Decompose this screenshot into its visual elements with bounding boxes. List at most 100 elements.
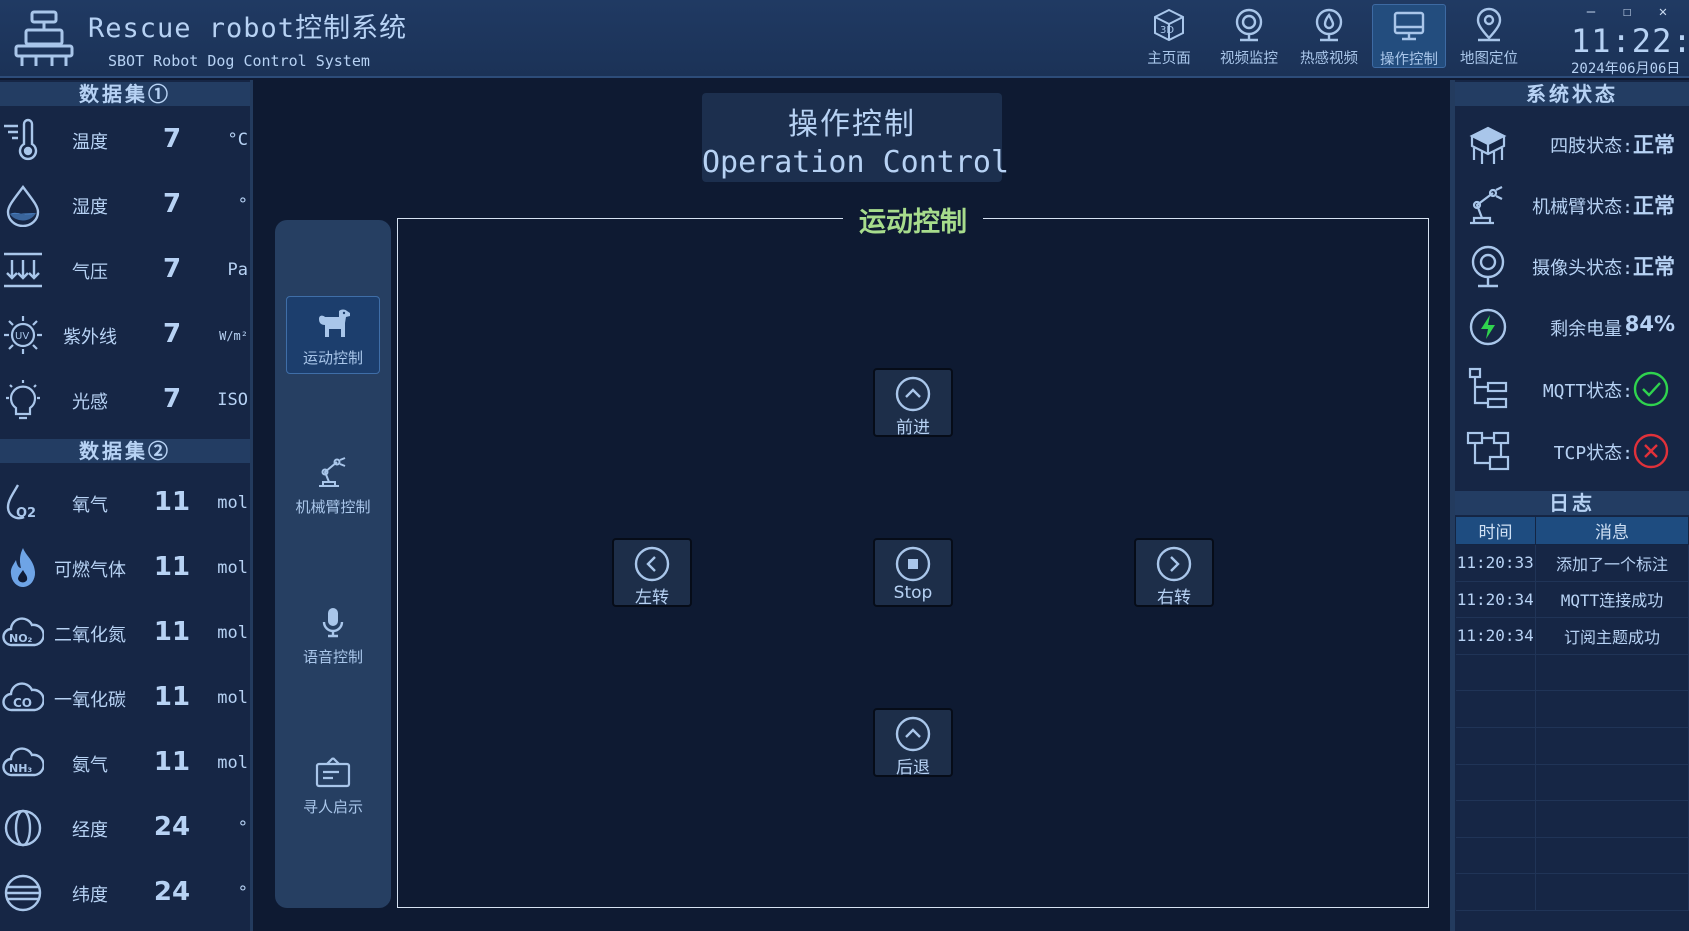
sensor-row-longitude: 经度 24 ° — [0, 800, 250, 858]
flame-icon — [2, 546, 44, 590]
camera-icon — [1230, 6, 1268, 44]
humidity-drop-icon — [2, 183, 44, 227]
menu-voice-control[interactable]: 语音控制 — [286, 596, 380, 676]
longitude-icon — [2, 806, 44, 850]
table-row[interactable]: 11:20:34 订阅主题成功 — [1455, 617, 1689, 655]
pressure-value: 7 — [162, 254, 182, 284]
title-bar: Rescue robot控制系统 SBOT Robot Dog Control … — [0, 0, 1689, 78]
log-body: 11:20:33 添加了一个标注 11:20:34 MQTT连接成功 11:20… — [1455, 544, 1689, 911]
camera-status-value: 正常 — [1633, 255, 1675, 279]
svg-text:NO₂: NO₂ — [9, 632, 33, 645]
mqtt-ok-check-icon — [1633, 371, 1669, 407]
table-row-empty — [1455, 873, 1689, 911]
log-title: 日志 — [1455, 491, 1689, 515]
network-tree-icon — [1464, 365, 1512, 413]
thermal-camera-icon — [1310, 6, 1348, 44]
battery-value: 84% — [1624, 312, 1675, 336]
thermometer-icon — [2, 118, 44, 162]
chevron-up-icon — [894, 375, 932, 413]
uv-icon: UV — [2, 313, 44, 357]
maximize-button[interactable]: ☐ — [1616, 2, 1638, 22]
notice-board-icon — [313, 752, 353, 792]
turn-right-button[interactable]: 右转 — [1134, 538, 1214, 608]
oxygen-value: 11 — [153, 487, 191, 517]
control-mode-menu: 运动控制 机械臂控制 语音控制 寻人启示 — [275, 220, 391, 908]
light-bulb-icon — [2, 378, 44, 422]
minimize-button[interactable]: – — [1580, 2, 1602, 22]
turn-left-button[interactable]: 左转 — [612, 538, 692, 608]
forward-button[interactable]: 前进 — [873, 368, 953, 438]
sensor-row-latitude: 纬度 24 ° — [0, 865, 250, 923]
nav-thermal-video[interactable]: 热感视频 — [1292, 4, 1366, 68]
sensor-row-no2: NO₂ 二氧化氮 11 mol — [0, 605, 250, 663]
svg-text:CO: CO — [13, 696, 32, 710]
clock-date: 2024年06月06日 — [1571, 61, 1681, 77]
page-title: 操作控制 — [788, 107, 916, 142]
backward-button[interactable]: 后退 — [873, 708, 953, 778]
tcp-error-x-icon — [1633, 433, 1669, 469]
combustible-gas-value: 11 — [153, 552, 191, 582]
sensor-row-oxygen: O2 氧气 11 mol — [0, 475, 250, 533]
dataset1-title: 数据集① — [0, 82, 250, 106]
svg-text:3D: 3D — [1160, 25, 1174, 36]
dog-icon — [313, 303, 353, 343]
sensor-row-humidity: 湿度 7 ° — [0, 177, 250, 235]
stop-icon — [894, 545, 932, 583]
table-row-empty — [1455, 800, 1689, 838]
nav-video-monitor[interactable]: 视频监控 — [1212, 4, 1286, 68]
status-mqtt: MQTT状态: — [1455, 361, 1689, 417]
log-header-row: 时间 消息 — [1455, 516, 1689, 545]
operation-title-box: 操作控制 Operation Control — [702, 93, 1010, 182]
menu-missing-person-notice[interactable]: 寻人启示 — [286, 746, 380, 826]
close-button[interactable]: ✕ — [1652, 2, 1674, 22]
table-row-empty — [1455, 837, 1689, 875]
co-value: 11 — [153, 682, 191, 712]
chevron-left-icon — [633, 545, 671, 583]
status-battery: 剩余电量: 84% — [1455, 299, 1689, 355]
uv-value: 7 — [162, 319, 182, 349]
nh3-value: 11 — [153, 747, 191, 777]
menu-motion-control[interactable]: 运动控制 — [286, 296, 380, 374]
table-row[interactable]: 11:20:33 添加了一个标注 — [1455, 544, 1689, 582]
microphone-icon — [313, 602, 353, 642]
app-subtitle: SBOT Robot Dog Control System — [108, 52, 370, 70]
svg-text:UV: UV — [15, 331, 29, 342]
sensor-row-temperature: 温度 7 °C — [0, 112, 250, 170]
chevron-right-icon — [1155, 545, 1193, 583]
home-3d-icon: 3D — [1150, 6, 1188, 44]
chevron-up-icon — [894, 715, 932, 753]
oxygen-icon: O2 — [2, 481, 44, 525]
sensor-row-pressure: 气压 7 Pa — [0, 242, 250, 300]
table-row-empty — [1455, 654, 1689, 692]
stop-button[interactable]: Stop — [873, 538, 953, 607]
motion-control-title: 运动控制 — [843, 200, 983, 239]
robot-logo-icon — [12, 8, 76, 68]
status-arm: 机械臂状态: 正常 — [1455, 177, 1689, 233]
humidity-value: 7 — [162, 189, 182, 219]
monitor-icon — [1390, 7, 1428, 45]
table-row-empty — [1455, 727, 1689, 765]
nav-operation-control[interactable]: 操作控制 — [1372, 4, 1446, 68]
system-status-title: 系统状态 — [1455, 82, 1689, 106]
nav-map-location[interactable]: 地图定位 — [1452, 4, 1526, 68]
nav-home[interactable]: 3D 主页面 — [1132, 4, 1206, 68]
latitude-icon — [2, 871, 44, 915]
sensor-row-nh3: NH₃ 氨气 11 mol — [0, 735, 250, 793]
status-tcp: TCP状态: — [1455, 423, 1689, 479]
status-limbs: 四肢状态: 正常 — [1455, 116, 1689, 172]
map-pin-icon — [1470, 6, 1508, 44]
page-title-en: Operation Control — [702, 145, 1010, 180]
battery-bolt-icon — [1464, 303, 1512, 351]
robot-arm-icon — [1464, 181, 1512, 229]
longitude-value: 24 — [153, 812, 191, 842]
log-column-time: 时间 — [1455, 516, 1536, 545]
arm-status-value: 正常 — [1633, 194, 1675, 218]
pressure-icon — [2, 248, 44, 292]
table-row[interactable]: 11:20:34 MQTT连接成功 — [1455, 581, 1689, 619]
latitude-value: 24 — [153, 877, 191, 907]
sensor-row-light: 光感 7 ISO — [0, 372, 250, 430]
menu-arm-control[interactable]: 机械臂控制 — [286, 446, 380, 526]
log-column-message: 消息 — [1535, 516, 1689, 545]
light-value: 7 — [162, 384, 182, 414]
table-row-empty — [1455, 690, 1689, 728]
